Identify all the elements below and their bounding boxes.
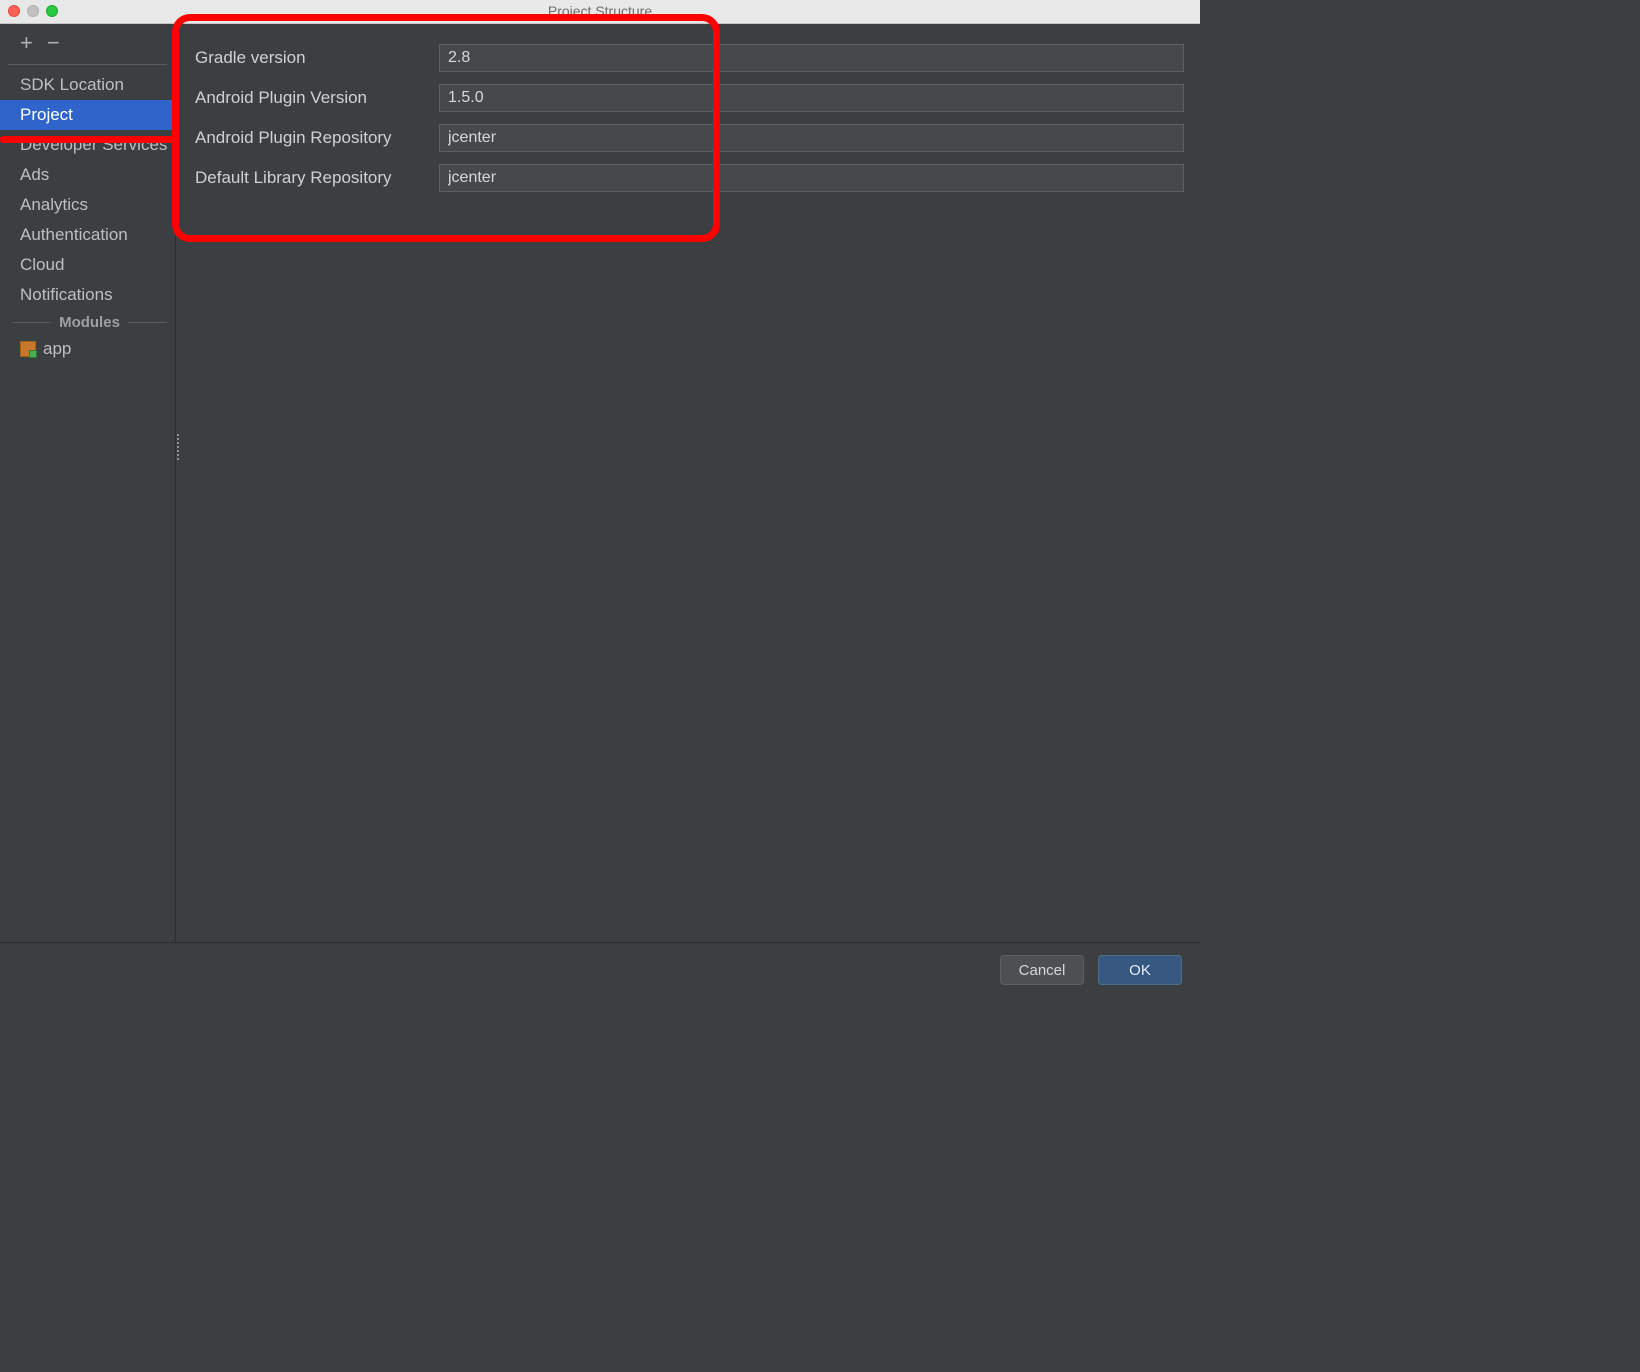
- field-row-plugin-version: Android Plugin Version: [189, 84, 1184, 112]
- sidebar-item-label: Authentication: [20, 225, 128, 244]
- sidebar-item-label: Developer Services: [20, 135, 167, 154]
- module-icon: [20, 341, 36, 357]
- modules-header-label: Modules: [59, 314, 120, 331]
- field-row-library-repository: Default Library Repository: [189, 164, 1184, 192]
- window-title: Project Structure: [0, 3, 1200, 19]
- android-plugin-repository-input[interactable]: [439, 124, 1184, 152]
- add-icon[interactable]: +: [20, 32, 33, 54]
- sidebar-item-label: Project: [20, 105, 73, 124]
- sidebar: + − SDK Location Project Developer Servi…: [0, 24, 176, 942]
- sidebar-separator: [8, 64, 167, 65]
- splitter-handle[interactable]: [176, 24, 181, 942]
- sidebar-item-authentication[interactable]: Authentication: [0, 220, 175, 250]
- bottom-bar: Cancel OK: [0, 942, 1200, 1004]
- sidebar-item-label: Ads: [20, 165, 49, 184]
- sidebar-item-label: SDK Location: [20, 75, 124, 94]
- sidebar-item-developer-services[interactable]: Developer Services: [0, 130, 175, 160]
- field-label: Android Plugin Version: [189, 88, 439, 108]
- traffic-lights: [8, 5, 58, 17]
- sidebar-item-cloud[interactable]: Cloud: [0, 250, 175, 280]
- android-plugin-version-input[interactable]: [439, 84, 1184, 112]
- sidebar-item-analytics[interactable]: Analytics: [0, 190, 175, 220]
- module-item-label: app: [43, 339, 71, 359]
- divider-line: [12, 322, 51, 323]
- default-library-repository-input[interactable]: [439, 164, 1184, 192]
- close-window-button[interactable]: [8, 5, 20, 17]
- cancel-button[interactable]: Cancel: [1000, 955, 1084, 985]
- sidebar-item-notifications[interactable]: Notifications: [0, 280, 175, 310]
- sidebar-item-label: Analytics: [20, 195, 88, 214]
- modules-group-header: Modules: [0, 310, 175, 335]
- divider-line: [128, 322, 167, 323]
- sidebar-item-label: Cloud: [20, 255, 64, 274]
- sidebar-item-ads[interactable]: Ads: [0, 160, 175, 190]
- module-item-app[interactable]: app: [0, 335, 175, 363]
- field-row-gradle-version: Gradle version: [189, 44, 1184, 72]
- remove-icon[interactable]: −: [47, 32, 60, 54]
- titlebar: Project Structure: [0, 0, 1200, 24]
- sidebar-item-label: Notifications: [20, 285, 113, 304]
- ok-button[interactable]: OK: [1098, 955, 1182, 985]
- field-label: Android Plugin Repository: [189, 128, 439, 148]
- field-row-plugin-repository: Android Plugin Repository: [189, 124, 1184, 152]
- minimize-window-button[interactable]: [27, 5, 39, 17]
- sidebar-item-sdk-location[interactable]: SDK Location: [0, 70, 175, 100]
- gradle-version-input[interactable]: [439, 44, 1184, 72]
- field-label: Default Library Repository: [189, 168, 439, 188]
- main-panel: Gradle version Android Plugin Version An…: [181, 24, 1200, 942]
- field-label: Gradle version: [189, 48, 439, 68]
- maximize-window-button[interactable]: [46, 5, 58, 17]
- sidebar-toolbar: + −: [0, 30, 175, 64]
- workspace: + − SDK Location Project Developer Servi…: [0, 24, 1200, 942]
- sidebar-item-project[interactable]: Project: [0, 100, 175, 130]
